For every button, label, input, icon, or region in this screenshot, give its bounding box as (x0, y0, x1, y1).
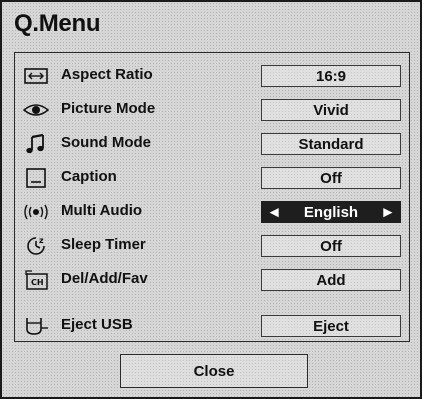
left-arrow-icon[interactable]: ◀ (270, 206, 278, 219)
del-add-fav-value-text: Add (316, 271, 346, 289)
usb-icon (23, 315, 49, 337)
del-add-fav-value[interactable]: Add (261, 269, 401, 291)
menu-row-aspect-ratio[interactable]: Aspect Ratio 16:9 (15, 63, 409, 89)
aspect-ratio-icon (23, 65, 49, 87)
sound-mode-value[interactable]: Standard (261, 133, 401, 155)
close-button[interactable]: Close (120, 354, 308, 388)
picture-mode-label: Picture Mode (61, 100, 156, 117)
caption-value[interactable]: Off (261, 167, 401, 189)
picture-mode-value-text: Vivid (313, 101, 349, 119)
q-menu-window: Q.Menu Aspect Ratio 16:9 Picture Mode Vi… (0, 0, 422, 399)
menu-row-picture-mode[interactable]: Picture Mode Vivid (15, 97, 409, 123)
menu-row-del-add-fav[interactable]: CH Del/Add/Fav Add (15, 267, 409, 293)
right-arrow-icon[interactable]: ▶ (384, 206, 392, 219)
menu-row-sound-mode[interactable]: Sound Mode Standard (15, 131, 409, 157)
picture-mode-value[interactable]: Vivid (261, 99, 401, 121)
sleep-timer-value-text: Off (320, 237, 342, 255)
eye-icon (23, 99, 49, 121)
eject-usb-label: Eject USB (61, 316, 133, 333)
aspect-ratio-value[interactable]: 16:9 (261, 65, 401, 87)
sound-mode-label: Sound Mode (61, 134, 151, 151)
menu-panel: Aspect Ratio 16:9 Picture Mode Vivid Sou… (14, 52, 410, 342)
eject-usb-button[interactable]: Eject (261, 315, 401, 337)
menu-row-eject-usb[interactable]: Eject USB Eject (15, 313, 409, 339)
sound-mode-value-text: Standard (298, 135, 364, 153)
close-button-label: Close (193, 362, 235, 380)
audio-wave-icon (23, 201, 49, 223)
caption-value-text: Off (320, 169, 342, 187)
sleep-timer-value[interactable]: Off (261, 235, 401, 257)
svg-text:z: z (39, 236, 44, 245)
menu-row-multi-audio[interactable]: Multi Audio ◀ English ▶ (15, 199, 409, 225)
caption-label: Caption (61, 168, 117, 185)
menu-title: Q.Menu (14, 10, 101, 37)
sleep-timer-label: Sleep Timer (61, 236, 146, 253)
multi-audio-value-text: English (303, 203, 359, 221)
caption-icon (23, 167, 49, 189)
clock-icon: z (23, 235, 49, 257)
channel-icon: CH (23, 269, 49, 291)
aspect-ratio-label: Aspect Ratio (61, 66, 153, 83)
multi-audio-label: Multi Audio (61, 202, 143, 219)
menu-row-caption[interactable]: Caption Off (15, 165, 409, 191)
eject-usb-value-text: Eject (313, 317, 349, 335)
aspect-ratio-value-text: 16:9 (315, 67, 347, 85)
channel-icon-text: CH (31, 278, 44, 287)
menu-row-sleep-timer[interactable]: z Sleep Timer Off (15, 233, 409, 259)
music-note-icon (23, 133, 49, 155)
multi-audio-value[interactable]: ◀ English ▶ (261, 201, 401, 223)
del-add-fav-label: Del/Add/Fav (61, 270, 148, 287)
